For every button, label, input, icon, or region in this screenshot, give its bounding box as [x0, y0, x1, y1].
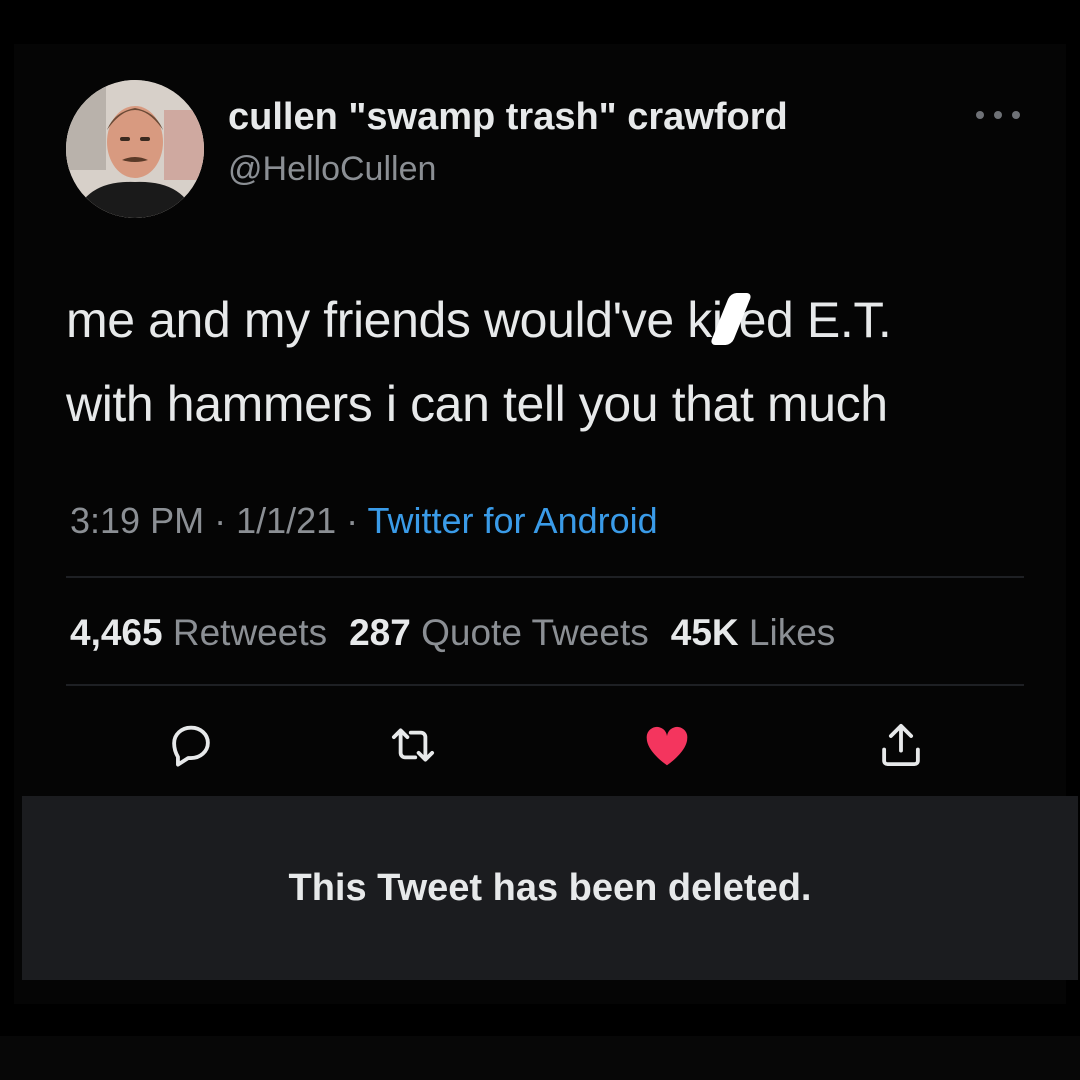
tweet-text-part: me and my friends would've ki	[66, 292, 723, 348]
user-handle[interactable]: @HelloCullen	[228, 150, 436, 189]
deleted-tweet-text: This Tweet has been deleted.	[288, 866, 812, 909]
like-icon	[646, 726, 688, 766]
avatar[interactable]	[66, 80, 204, 218]
retweet-icon	[391, 728, 435, 762]
tweet-text-part: ed E.T.	[738, 292, 892, 348]
more-dot	[994, 111, 1002, 119]
meta-separator: ·	[204, 500, 237, 541]
tweet-source-link[interactable]: Twitter for Android	[368, 500, 658, 541]
display-name[interactable]: cullen "swamp trash" crawford	[228, 96, 788, 139]
quote-tweets-label: Quote Tweets	[421, 612, 649, 653]
more-dot	[1012, 111, 1020, 119]
more-dot	[976, 111, 984, 119]
meta-separator: ·	[336, 500, 368, 541]
avatar-photo	[66, 80, 204, 218]
retweets-count: 4,465	[70, 612, 163, 653]
tweet-line-2: with hammers i can tell you that much	[66, 376, 888, 432]
deleted-tweet-banner: This Tweet has been deleted.	[22, 796, 1078, 980]
likes-label: Likes	[748, 612, 836, 653]
share-icon	[882, 723, 920, 767]
retweets-stat[interactable]: 4,465 Retweets	[70, 612, 327, 653]
reply-button[interactable]	[164, 718, 218, 772]
tweet-line-1: me and my friends would've ki ed E.T.	[66, 278, 1036, 362]
reply-icon	[172, 725, 210, 767]
like-button[interactable]	[640, 718, 694, 772]
tweet-stats: 4,465 Retweets 287 Quote Tweets 45K Likes	[70, 612, 857, 654]
tweet-time[interactable]: 3:19 PM	[70, 500, 204, 541]
more-options-icon[interactable]	[976, 100, 1020, 130]
likes-stat[interactable]: 45K Likes	[671, 612, 836, 653]
share-button[interactable]	[874, 718, 928, 772]
tweet-meta: 3:19 PM · 1/1/21 · Twitter for Android	[70, 500, 658, 542]
divider	[66, 576, 1024, 578]
tweet-text: me and my friends would've ki ed E.T. wit…	[66, 278, 1036, 446]
divider	[66, 684, 1024, 686]
bottom-strip	[0, 1036, 1080, 1080]
retweet-button[interactable]	[386, 718, 440, 772]
tweet-date[interactable]: 1/1/21	[236, 500, 336, 541]
quote-tweets-stat[interactable]: 287 Quote Tweets	[349, 612, 649, 653]
retweets-label: Retweets	[172, 612, 328, 653]
likes-count: 45K	[670, 612, 739, 653]
quote-tweets-count: 287	[349, 612, 411, 653]
